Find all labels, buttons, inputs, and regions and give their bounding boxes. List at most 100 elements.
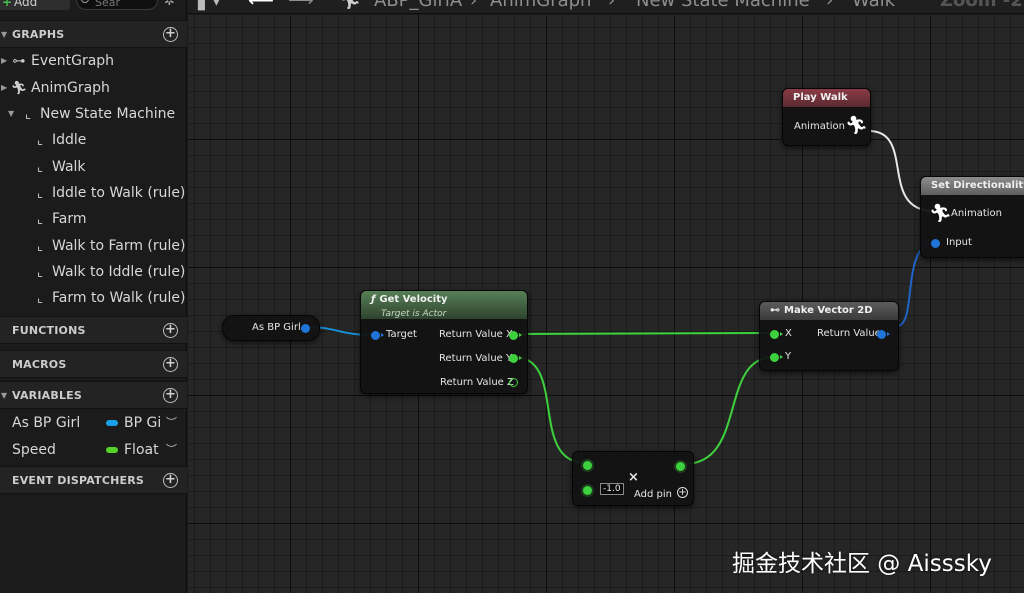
back-arrow-icon[interactable]: ⟵ [248,0,274,11]
breadcrumb-state[interactable]: Walk [852,0,895,11]
variable-type[interactable]: Float [124,437,159,463]
gear-icon[interactable]: ✲ [164,0,175,9]
pin-result[interactable] [676,462,685,471]
tree-item-label: Farm to Walk (rule) [52,290,186,306]
function-icon: ƒ [371,294,376,305]
value-input[interactable]: -1.0 [600,483,624,495]
pin-label-return-y: Return Value Y [439,353,513,364]
node-title: Set Directionality [931,180,1024,191]
pin-b[interactable] [583,486,592,495]
breadcrumb-animgraph[interactable]: AnimGraph [490,0,591,11]
section-variables[interactable]: ▼ VARIABLES + [0,381,187,409]
section-event-dispatchers-label: EVENT DISPATCHERS [12,474,145,487]
pin-a[interactable] [583,461,592,470]
state-icon: ⌞ [36,239,44,254]
search-icon [81,0,89,3]
breadcrumb-separator-icon: › [826,0,834,11]
pin-x[interactable] [770,330,783,339]
node-play-walk[interactable]: Play Walk Animation 🏃︎ [782,88,871,146]
tree-item-state[interactable]: ⌞ Iddle to Walk (rule) [31,181,185,205]
section-macros[interactable]: MACROS + [0,350,187,378]
watermark: 掘金技术社区 @ Aisssky [732,551,992,577]
add-function-icon[interactable]: + [163,323,178,338]
section-variables-label: VARIABLES [12,389,82,402]
add-button[interactable]: + Add [0,0,70,10]
variable-type[interactable]: BP Gi [124,410,161,436]
caret-down-icon: ▼ [1,391,8,400]
node-title: Make Vector 2D [784,305,873,316]
pin-return-y[interactable] [509,354,522,363]
tree-item-animgraph[interactable]: ▶ 🏃︎ AnimGraph [0,76,110,100]
event-graph-icon: ⊶ [12,54,26,69]
node-title: Play Walk [793,92,848,103]
section-graphs[interactable]: ▼ GRAPHS + [0,20,187,48]
multiply-symbol: × [628,470,639,485]
pin-return-x[interactable] [509,331,522,340]
section-functions[interactable]: FUNCTIONS + [0,316,187,344]
tree-item-label: Walk to Farm (rule) [52,238,186,254]
node-as-bp-girl[interactable]: As BP Girl [222,315,320,341]
pin-input[interactable] [931,239,940,248]
tree-item-state-machine[interactable]: ▼ ⌞ New State Machine [0,102,175,126]
forward-arrow-icon[interactable]: ⟶ [288,0,314,11]
tree-item-state[interactable]: ⌞ Walk to Farm (rule) [31,234,186,258]
variable-name: As BP Girl [12,415,81,431]
wire-float-result [683,356,775,465]
state-icon: ⌞ [36,265,44,280]
add-pin-label[interactable]: Add pin [634,489,672,500]
node-title: Get Velocity [379,294,448,305]
wire-float-x [513,332,771,335]
panel-toolbar: + Add Sear ✲ [0,0,187,14]
tree-item-state[interactable]: ⌞ Iddle [31,128,86,152]
breadcrumb-blueprint[interactable]: ABP_GirlA [374,0,462,11]
node-get-velocity[interactable]: ƒ Get Velocity Target is Actor Target Ret… [360,290,528,394]
breadcrumb-state-machine[interactable]: New State Machine [636,0,810,11]
animation-pose-icon[interactable]: 🏃︎ [845,115,868,136]
node-set-directionality[interactable]: Set Directionality 🏃︎ Animation Input [920,176,1024,258]
section-event-dispatchers[interactable]: EVENT DISPATCHERS + [0,466,187,494]
pin-return-z[interactable] [509,378,518,387]
pin-label-y: Y [785,351,792,362]
add-variable-icon[interactable]: + [163,388,178,403]
animation-pose-icon[interactable]: 🏃︎ [929,203,952,224]
add-macro-icon[interactable]: + [163,357,178,372]
caret-right-icon: ▶ [1,83,8,92]
tree-item-state[interactable]: ⌞ Farm to Walk (rule) [31,286,186,310]
eye-closed-icon[interactable]: ︶ [166,437,177,463]
pin-label-animation: Animation [794,121,845,132]
tree-item-eventgraph[interactable]: ▶ ⊶ EventGraph [0,49,114,73]
pin-target[interactable] [371,331,384,340]
variable-row-as-bp-girl[interactable]: As BP Girl BP Gi ︶ [0,410,187,436]
add-button-label: Add [14,0,38,9]
state-machine-icon: ⌞ [24,107,32,122]
pin-object-out[interactable] [301,324,310,333]
pin-label-input: Input [946,237,972,248]
graph-breadcrumb-bar: ▛▾ ⟵ ⟶ 🏃︎ ABP_GirlA › AnimGraph › New St… [188,0,1024,14]
node-title: As BP Girl [252,322,301,333]
pin-label-target: Target [386,329,417,340]
tree-item-label: Iddle to Walk (rule) [52,185,186,201]
running-man-icon: 🏃︎ [338,0,361,11]
section-macros-label: MACROS [12,358,67,371]
node-multiply[interactable]: × -1.0 Add pin + [572,451,694,506]
tree-item-state[interactable]: ⌞ Walk to Iddle (rule) [31,260,185,284]
node-make-vector-2d[interactable]: ⊷ Make Vector 2D X Return Value Y [759,301,899,371]
eye-closed-icon[interactable]: ︶ [166,410,177,436]
pin-y[interactable] [770,353,783,362]
tree-item-state[interactable]: ⌞ Farm [31,207,87,231]
search-input[interactable]: Sear [76,0,158,10]
variable-row-speed[interactable]: Speed Float ︶ [0,437,187,463]
pin-label-return-x: Return Value X [439,329,513,340]
pin-return-value[interactable] [877,330,890,339]
add-graph-icon[interactable]: + [163,27,178,42]
breadcrumb-separator-icon: › [470,0,478,11]
tree-item-label: EventGraph [31,53,115,69]
tree-item-label: Farm [52,211,87,227]
add-event-dispatcher-icon[interactable]: + [163,473,178,488]
tree-item-state[interactable]: ⌞ Walk [31,155,86,179]
add-pin-icon[interactable]: + [677,487,688,498]
graph-canvas[interactable]: Play Walk Animation 🏃︎ Set Directionalit… [188,15,1024,593]
graph-menu-icon[interactable]: ▛▾ [198,0,221,11]
node-header: Play Walk [783,89,870,107]
plus-icon: + [2,0,13,9]
